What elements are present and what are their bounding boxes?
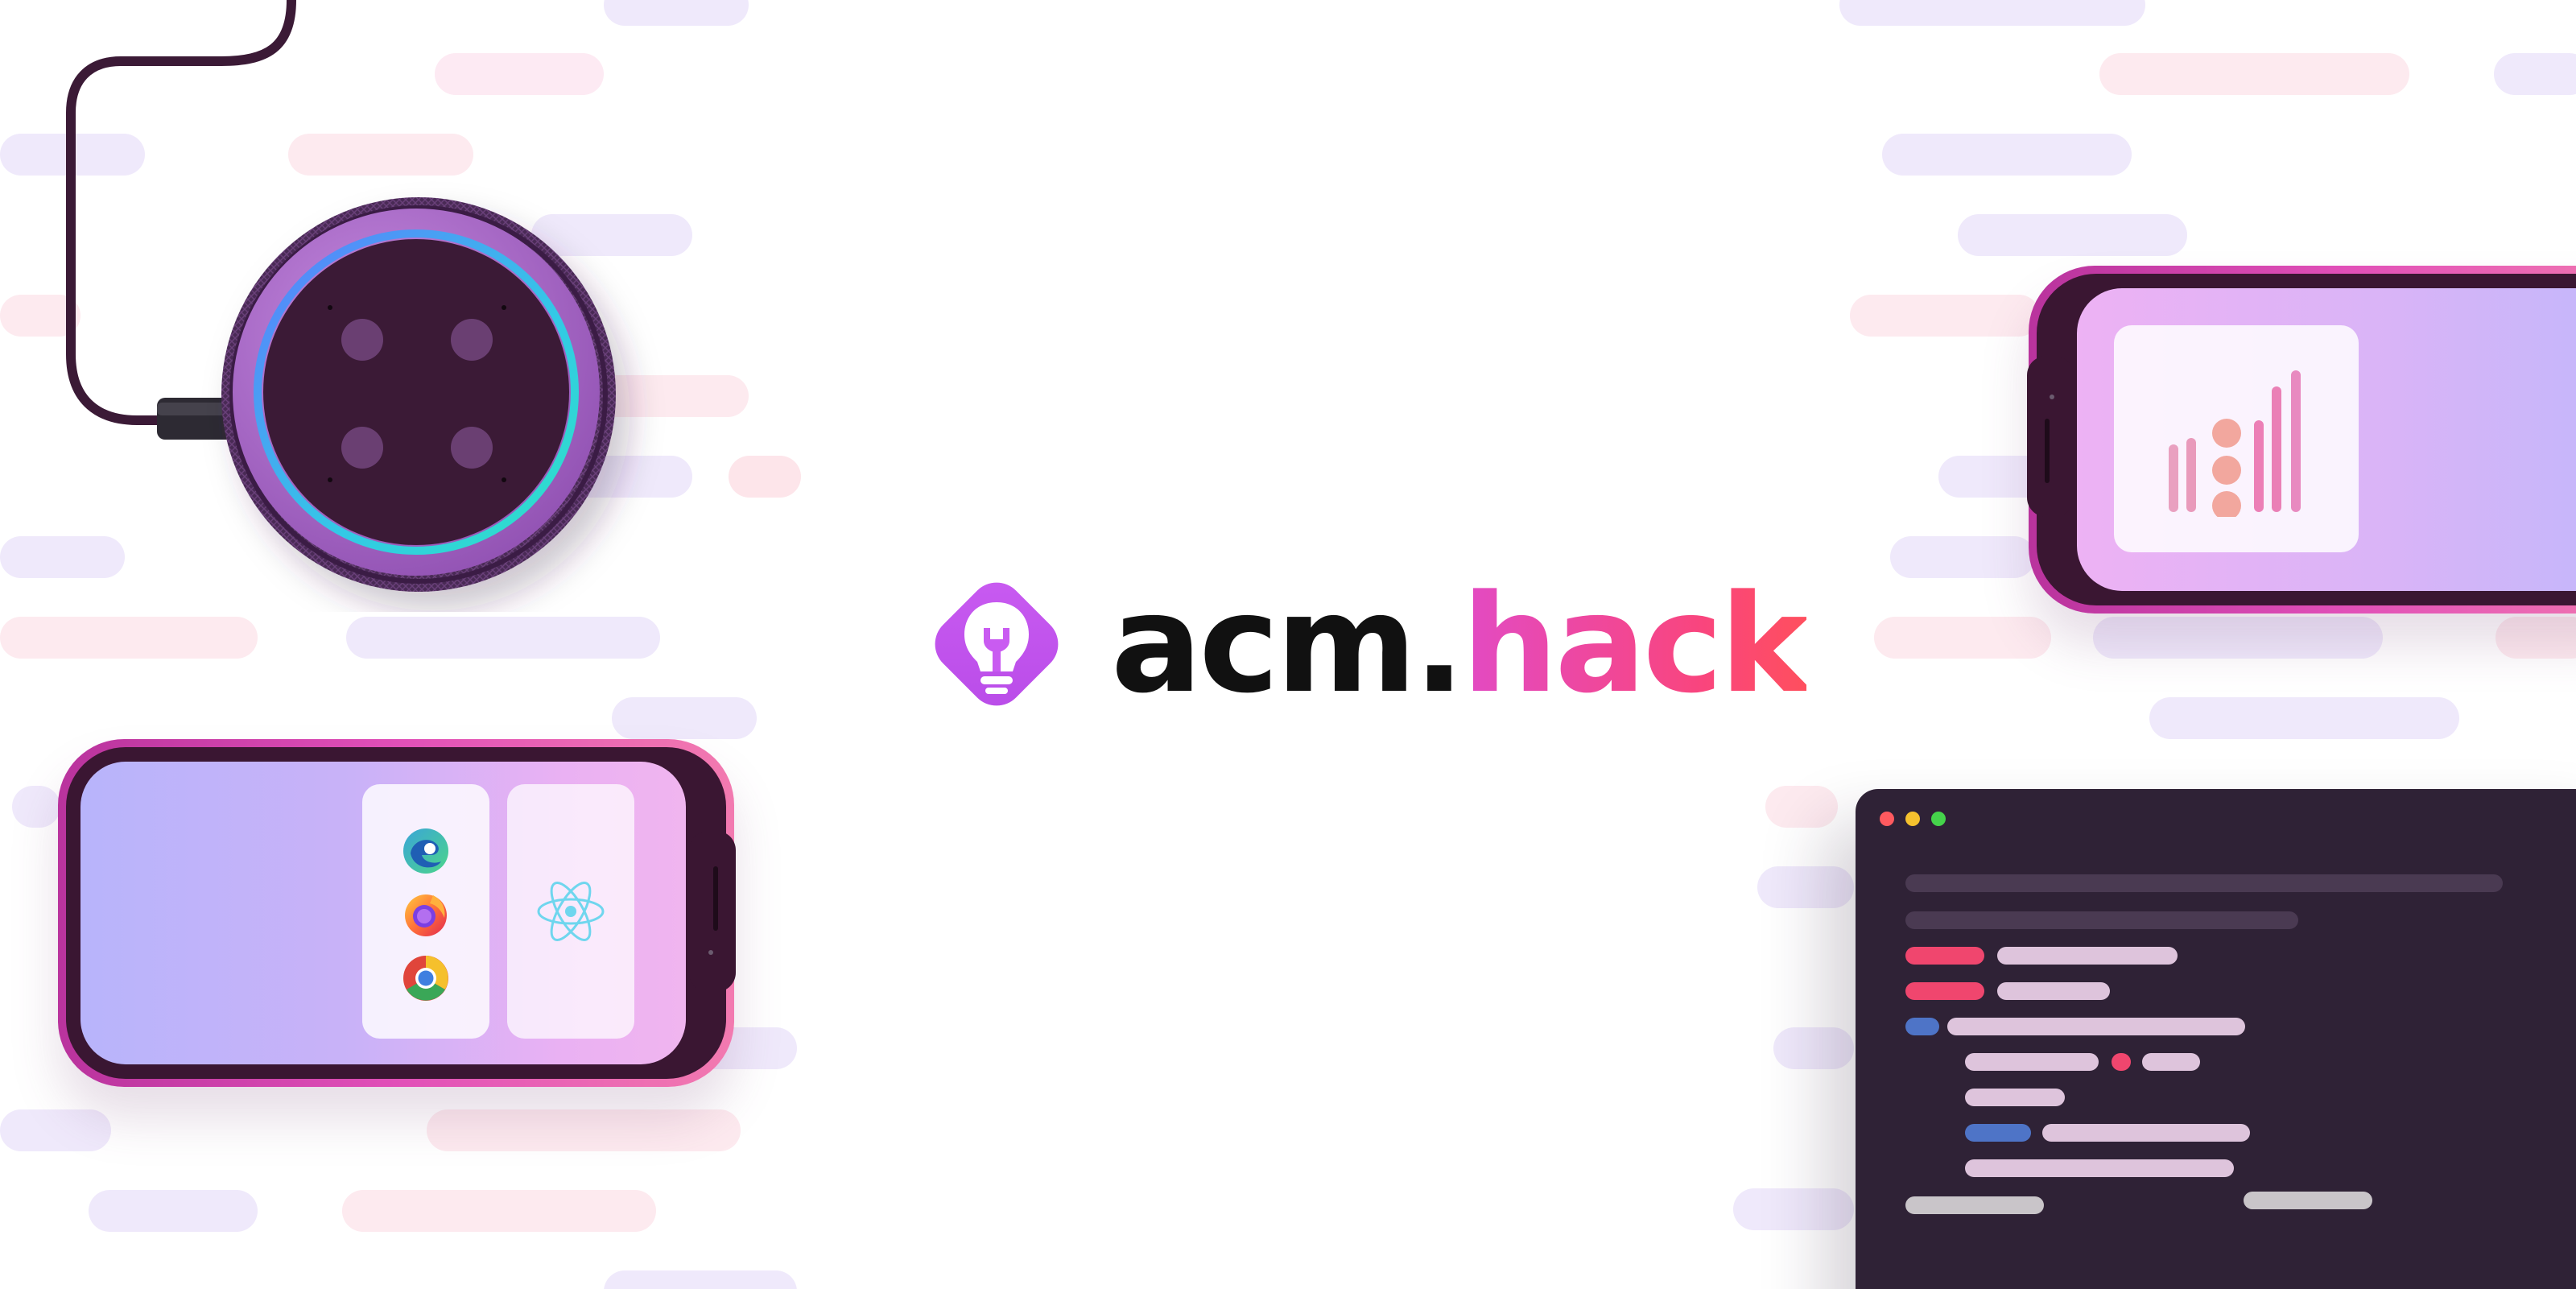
- browser-card: [362, 784, 489, 1039]
- edge-icon: [403, 828, 448, 874]
- bar-chart-icon: [2169, 370, 2301, 517]
- brand-name-prefix: acm: [1111, 565, 1417, 723]
- smart-speaker-illustration: [66, 0, 616, 592]
- code-editor-window: [1856, 789, 2576, 1289]
- firefox-icon: [405, 894, 447, 936]
- minimize-dot: [1905, 812, 1920, 826]
- close-dot: [1880, 812, 1894, 826]
- phone-left: [58, 739, 736, 1087]
- brand-name-dot: .: [1414, 565, 1465, 723]
- hero-banner: acm.hack: [0, 0, 2576, 1289]
- brand-name-suffix: hack: [1461, 565, 1810, 723]
- chrome-icon: [403, 956, 448, 1001]
- react-icon: [537, 882, 605, 941]
- maximize-dot: [1931, 812, 1946, 826]
- lightbulb-wrench-icon: [935, 582, 1059, 706]
- chart-card: [2114, 325, 2359, 552]
- brand-wordmark: acm.hack: [1111, 564, 1810, 725]
- phone-right: [2027, 266, 2576, 614]
- react-card: [507, 784, 634, 1039]
